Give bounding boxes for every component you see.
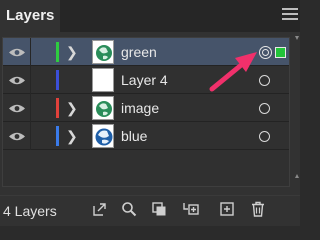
selected-art-indicator[interactable] — [275, 47, 286, 58]
chevron-right-icon[interactable]: ❯ — [66, 100, 78, 117]
layer-name[interactable]: image — [121, 100, 159, 116]
target-circle-icon[interactable] — [259, 75, 270, 86]
layer-thumbnail — [92, 68, 114, 92]
divider — [30, 38, 31, 66]
layer-row-layer-4[interactable]: Layer 4 — [3, 66, 289, 94]
panel-header: Layers — [0, 0, 300, 32]
panel-footer: 4 Layers — [0, 195, 300, 226]
eye-icon[interactable] — [8, 75, 26, 86]
eye-icon[interactable] — [8, 103, 26, 114]
new-sublayer-icon[interactable] — [182, 200, 200, 218]
target-circle-icon[interactable] — [259, 103, 270, 114]
eye-icon[interactable] — [8, 47, 26, 58]
layer-row-image[interactable]: ❯ image — [3, 94, 289, 122]
tab-layers-label: Layers — [6, 7, 55, 24]
export-icon[interactable] — [91, 200, 109, 218]
layer-thumbnail — [92, 124, 114, 148]
target-circle-icon[interactable] — [259, 46, 272, 59]
tab-layers[interactable]: Layers — [0, 0, 60, 32]
layers-list: ❯ green Layer 4 ❯ image ❯ blue — [2, 37, 290, 187]
layer-name[interactable]: green — [121, 44, 157, 60]
layer-color-bar — [56, 70, 59, 90]
chevron-right-icon[interactable]: ❯ — [66, 44, 78, 61]
layer-color-bar — [56, 126, 59, 146]
layer-color-bar — [56, 42, 59, 62]
new-layer-icon[interactable] — [218, 200, 236, 218]
target-circle-icon[interactable] — [259, 131, 270, 142]
divider — [30, 66, 31, 94]
trash-icon[interactable] — [249, 200, 267, 218]
search-icon[interactable] — [120, 200, 138, 218]
layer-color-bar — [56, 98, 59, 118]
layer-name[interactable]: blue — [121, 128, 147, 144]
layer-thumbnail — [92, 40, 114, 64]
panel-menu-icon[interactable] — [282, 8, 298, 22]
layer-row-green[interactable]: ❯ green — [3, 38, 289, 66]
scrollbar[interactable] — [295, 36, 299, 178]
clipping-mask-icon[interactable] — [150, 200, 168, 218]
layer-name[interactable]: Layer 4 — [121, 72, 168, 88]
layer-row-blue[interactable]: ❯ blue — [3, 122, 289, 150]
layer-thumbnail — [92, 96, 114, 120]
chevron-right-icon[interactable]: ❯ — [66, 128, 78, 145]
eye-icon[interactable] — [8, 131, 26, 142]
layers-panel: ❯ green Layer 4 ❯ image ❯ blue — [0, 32, 300, 195]
layer-count: 4 Layers — [3, 203, 57, 219]
divider — [30, 122, 31, 150]
divider — [30, 94, 31, 122]
